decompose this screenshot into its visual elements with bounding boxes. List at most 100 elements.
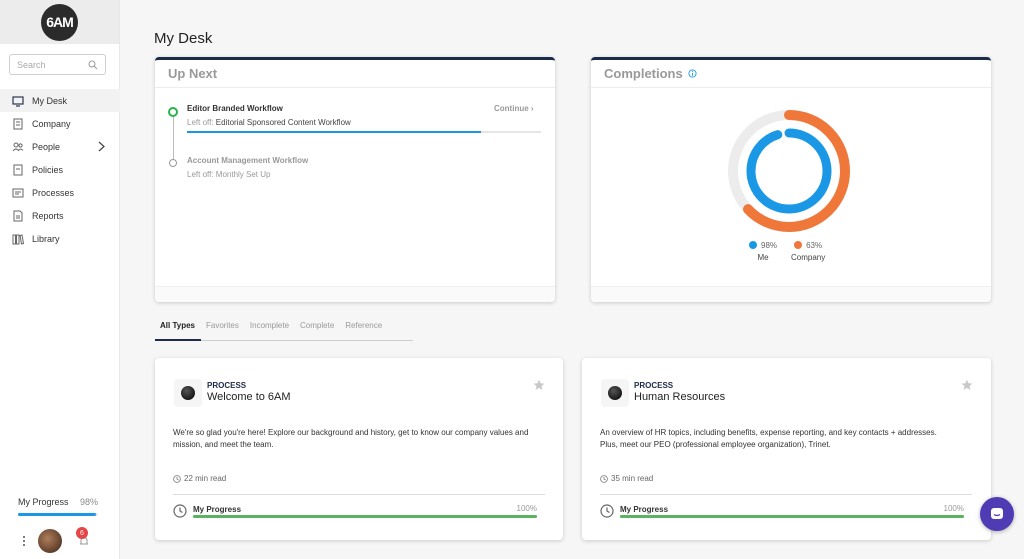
avatar[interactable] [38,529,62,553]
my-progress-fill [193,515,537,518]
tab-all-types[interactable]: All Types [155,318,201,341]
tab-favorites[interactable]: Favorites [201,318,245,340]
search-placeholder: Search [17,59,46,70]
more-icon[interactable] [22,535,26,547]
chat-button[interactable] [980,497,1014,531]
notification-badge: 6 [76,527,88,539]
filter-tabs: All Types Favorites Incomplete Complete … [155,318,413,341]
process-description: An overview of HR topics, including bene… [600,428,937,449]
star-icon[interactable] [961,379,973,391]
chat-icon [991,508,1003,519]
workflow-title: Editor Branded Workflow [187,104,283,113]
report-icon [12,210,24,222]
sidebar-item-label: Library [32,233,60,244]
tab-incomplete[interactable]: Incomplete [245,318,295,340]
company-logo[interactable]: 6AM [41,3,78,41]
star-icon[interactable] [533,379,545,391]
process-icon [181,386,195,400]
completions-card: Completions 98% Me 63% Company [591,57,991,302]
sidebar-item-library[interactable]: Library [0,227,120,250]
me-ring [746,128,832,214]
legend-dot-me [749,241,757,249]
completions-donut [728,110,850,232]
chevron-right-icon[interactable] [97,141,106,152]
card-footer [155,286,555,302]
read-time: 35 min read [600,474,653,483]
progress-clock-icon [600,504,614,518]
process-card[interactable]: PROCESS Welcome to 6AM We're so glad you… [155,358,563,540]
sidebar-progress-bar [18,513,98,516]
sidebar-item-label: My Desk [32,95,68,106]
search-input[interactable]: Search [9,54,106,75]
clock-icon [173,474,181,483]
sidebar-progress: My Progress 98% [18,497,98,516]
workflow-left-off: Left off: Monthly Set Up [187,170,271,179]
legend-dot-company [794,241,803,249]
sidebar-progress-value: 98% [79,497,98,507]
workflow-progress-fill [187,131,481,133]
workflow-left-off: Left off: Editorial Sponsored Content Wo… [187,118,351,127]
sidebar-item-label: People [32,141,61,152]
my-progress-value: 100% [516,504,537,513]
up-next-card: Up Next Editor Branded Workflow Left off… [155,57,555,302]
progress-clock-icon [173,504,187,518]
tab-reference[interactable]: Reference [340,318,388,340]
sidebar-progress-label: My Progress [18,497,69,507]
my-progress-label: My Progress [193,505,242,514]
tab-complete[interactable]: Complete [295,318,340,340]
completions-header: Completions [591,60,991,88]
search-icon [88,60,98,69]
process-name: Human Resources [634,391,726,403]
process-card[interactable]: PROCESS Human Resources An overview of H… [582,358,991,540]
clock-icon [600,474,608,483]
workflow-item[interactable]: Account Management Workflow Left off: Mo… [187,156,542,179]
sidebar-item-processes[interactable]: Processes [0,181,120,204]
workflow-progress-bar [187,131,541,133]
process-type: PROCESS [634,381,674,390]
my-progress: My Progress 100% [600,504,964,520]
step-active-icon [168,107,178,117]
sidebar-item-reports[interactable]: Reports [0,204,120,227]
read-time: 22 min read [173,474,226,483]
process-icon-wrap [601,379,629,407]
continue-button[interactable]: Continue › [494,104,534,113]
logo-area: 6AM [0,0,119,44]
workflow-item[interactable]: Editor Branded Workflow Left off: Editor… [187,104,542,127]
step-connector [172,117,174,159]
sidebar-nav: My Desk Company People Policies Processe… [0,89,120,250]
sidebar-item-people[interactable]: People [0,135,120,158]
document-icon [12,164,24,176]
sidebar-item-label: Reports [32,210,64,221]
sidebar-item-label: Processes [32,187,75,198]
up-next-title: Up Next [155,60,555,88]
legend-me: 98% Me [749,241,777,262]
legend-company: 63% Company [791,241,826,262]
sidebar-item-label: Policies [32,164,64,175]
card-divider [173,494,545,495]
processes-icon [12,187,24,199]
building-icon [12,118,24,130]
step-pending-icon [169,159,177,167]
library-icon [12,233,24,245]
sidebar-item-policies[interactable]: Policies [0,158,120,181]
page-title: My Desk [154,30,213,47]
my-progress-label: My Progress [620,505,669,514]
process-name: Welcome to 6AM [207,391,291,403]
monitor-icon [12,95,24,107]
info-icon[interactable] [688,69,697,78]
sidebar-footer: 6 [18,527,108,553]
process-description: We're so glad you're here! Explore our b… [173,428,529,449]
process-icon [608,386,622,400]
people-icon [12,141,24,153]
sidebar-item-my-desk[interactable]: My Desk [0,89,120,112]
workflow-title: Account Management Workflow [187,156,309,165]
process-type: PROCESS [207,381,247,390]
sidebar-item-company[interactable]: Company [0,112,120,135]
process-icon-wrap [174,379,202,407]
sidebar: 6AM Search My Desk Company People Polici… [0,0,120,559]
sidebar-progress-fill [18,513,97,516]
my-progress-bar [620,515,964,518]
card-divider [600,494,972,495]
my-progress-value: 100% [943,504,964,513]
card-footer [591,286,991,302]
